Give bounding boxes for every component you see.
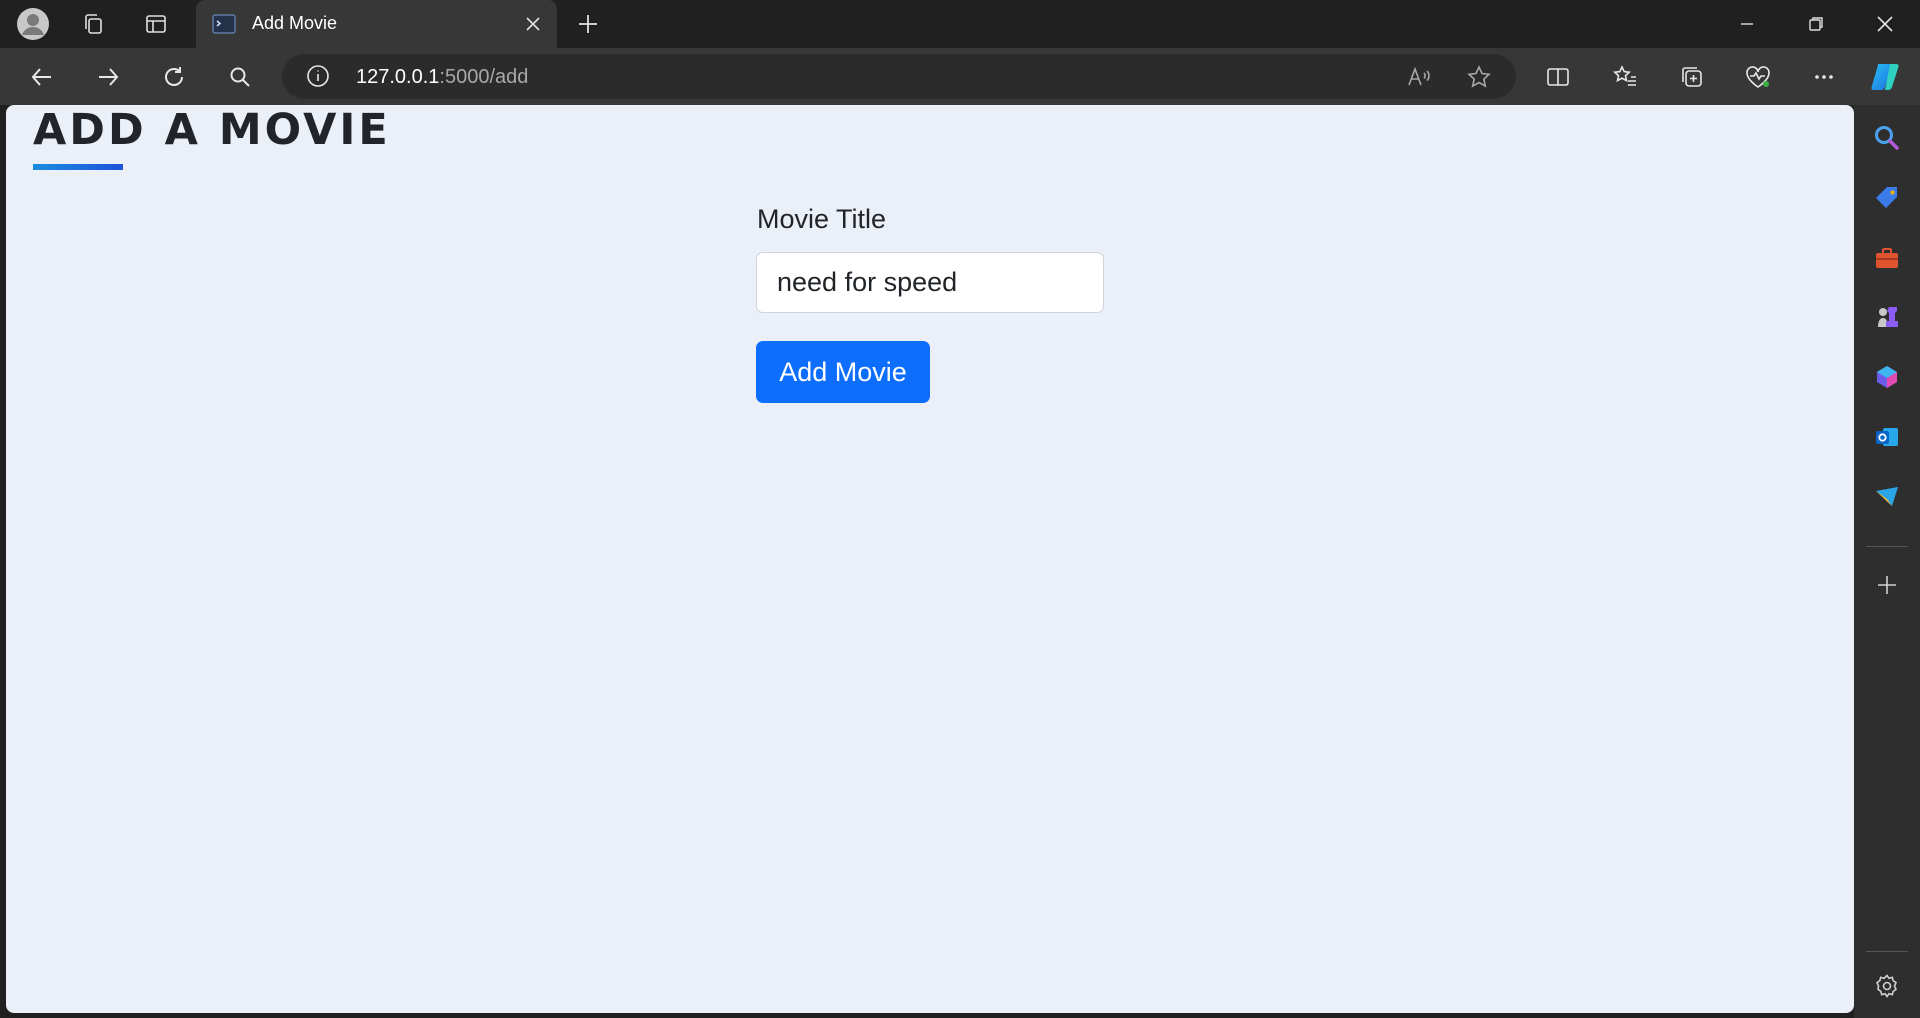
forward-arrow-icon[interactable] [91, 60, 125, 94]
edge-sidebar [1854, 105, 1920, 1018]
sidebar-copilot-icon[interactable] [1870, 360, 1904, 394]
workspaces-icon[interactable] [78, 8, 110, 40]
sidebar-divider [1866, 951, 1908, 952]
browser-toolbar: 127.0.0.1:5000/add [0, 48, 1920, 105]
sidebar-search-icon[interactable] [1870, 121, 1904, 155]
terminal-favicon-icon [212, 12, 236, 41]
restore-icon[interactable] [1782, 0, 1850, 48]
sidebar-divider [1866, 546, 1908, 547]
browser-essentials-icon[interactable] [1741, 60, 1775, 94]
sidebar-add-plus-icon[interactable] [1870, 568, 1904, 602]
url-path: :5000/add [439, 66, 529, 88]
movie-title-label: Movie Title [757, 204, 887, 234]
new-tab-plus-icon[interactable] [572, 8, 604, 40]
minimize-icon[interactable] [1713, 0, 1781, 48]
tab-add-movie[interactable]: Add Movie [196, 0, 557, 48]
page-content: ADD A MOVIE Movie Title Add Movie [6, 105, 1854, 1013]
url-host: 127.0.0.1 [356, 66, 440, 88]
favorite-star-icon[interactable] [1466, 64, 1492, 95]
address-bar[interactable]: 127.0.0.1:5000/add [282, 54, 1516, 99]
refresh-icon[interactable] [157, 60, 191, 94]
sidebar-shopping-tag-icon[interactable] [1870, 181, 1904, 215]
more-options-icon[interactable] [1807, 60, 1841, 94]
sidebar-tools-briefcase-icon[interactable] [1870, 241, 1904, 275]
profile-avatar-icon[interactable] [17, 8, 49, 40]
split-screen-icon[interactable] [1541, 60, 1575, 94]
site-info-icon[interactable] [306, 64, 330, 93]
copilot-icon[interactable] [1868, 60, 1902, 94]
add-movie-button[interactable]: Add Movie [756, 341, 930, 403]
favorites-list-icon[interactable] [1608, 60, 1642, 94]
tab-title: Add Movie [252, 13, 338, 33]
collections-icon[interactable] [1675, 60, 1709, 94]
movie-title-input[interactable] [756, 252, 1104, 313]
back-arrow-icon[interactable] [25, 60, 59, 94]
sidebar-send-telegram-icon[interactable] [1870, 480, 1904, 514]
close-tab-icon[interactable] [523, 14, 543, 39]
sidebar-settings-gear-icon[interactable] [1870, 969, 1904, 1003]
title-underline [33, 164, 123, 170]
vertical-tabs-icon[interactable] [140, 8, 172, 40]
browser-titlebar: Add Movie [0, 0, 1920, 48]
sidebar-outlook-icon[interactable] [1870, 420, 1904, 454]
search-icon[interactable] [223, 60, 257, 94]
url-text[interactable]: 127.0.0.1:5000/add [356, 66, 528, 89]
read-aloud-icon[interactable] [1406, 64, 1432, 95]
close-window-icon[interactable] [1851, 0, 1919, 48]
page-title: ADD A MOVIE [33, 105, 391, 155]
sidebar-games-chess-icon[interactable] [1870, 300, 1904, 334]
